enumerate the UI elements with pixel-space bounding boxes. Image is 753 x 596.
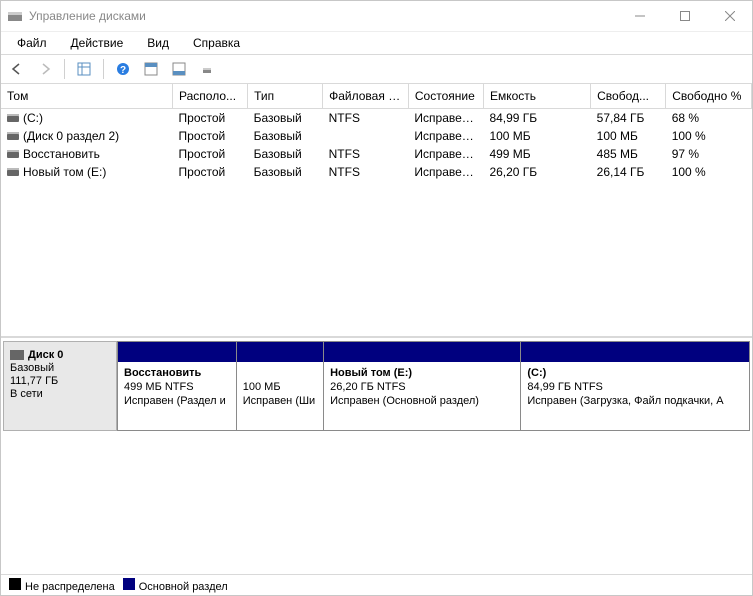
app-icon bbox=[7, 8, 23, 24]
view-top-button[interactable] bbox=[139, 57, 163, 81]
partition[interactable]: Новый том (E:)26,20 ГБ NTFSИсправен (Осн… bbox=[324, 341, 521, 431]
volume-row[interactable]: (C:)ПростойБазовыйNTFSИсправен...84,99 Г… bbox=[1, 109, 752, 128]
disk-size: 111,77 ГБ bbox=[10, 375, 110, 387]
disk-header[interactable]: Диск 0 Базовый 111,77 ГБ В сети bbox=[3, 341, 117, 431]
legend: Не распределена Основной раздел bbox=[1, 574, 752, 595]
partition-stripe bbox=[237, 342, 323, 362]
disk-icon bbox=[10, 350, 24, 360]
volume-list[interactable]: Том Располо... Тип Файловая с... Состоян… bbox=[1, 84, 752, 338]
legend-primary: Основной раздел bbox=[139, 581, 228, 593]
volume-row[interactable]: (Диск 0 раздел 2)ПростойБазовыйИсправен.… bbox=[1, 127, 752, 145]
minimize-button[interactable] bbox=[617, 1, 662, 31]
partition-stripe bbox=[324, 342, 520, 362]
volume-icon bbox=[7, 132, 19, 140]
view-bottom-button[interactable] bbox=[167, 57, 191, 81]
forward-button[interactable] bbox=[33, 57, 57, 81]
maximize-button[interactable] bbox=[662, 1, 707, 31]
menu-help[interactable]: Справка bbox=[181, 34, 252, 52]
disk-row: Диск 0 Базовый 111,77 ГБ В сети Восстано… bbox=[3, 341, 750, 431]
col-layout[interactable]: Располо... bbox=[173, 84, 248, 109]
col-status[interactable]: Состояние bbox=[408, 84, 483, 109]
disk-status: В сети bbox=[10, 388, 110, 400]
partition-status: Исправен (Ши bbox=[243, 394, 317, 408]
col-filesystem[interactable]: Файловая с... bbox=[323, 84, 409, 109]
titlebar: Управление дисками bbox=[1, 1, 752, 32]
menu-action[interactable]: Действие bbox=[59, 34, 136, 52]
volume-row[interactable]: Новый том (E:)ПростойБазовыйNTFSИсправен… bbox=[1, 163, 752, 181]
partition[interactable]: 100 МБИсправен (Ши bbox=[237, 341, 324, 431]
partition-stripe bbox=[118, 342, 236, 362]
legend-swatch-primary bbox=[123, 578, 135, 590]
menu-file[interactable]: Файл bbox=[5, 34, 59, 52]
toolbar-separator bbox=[64, 59, 65, 79]
view-list-button[interactable] bbox=[72, 57, 96, 81]
window-title: Управление дисками bbox=[29, 9, 617, 23]
column-headers: Том Располо... Тип Файловая с... Состоян… bbox=[1, 84, 752, 109]
partition-status: Исправен (Загрузка, Файл подкачки, А bbox=[527, 394, 743, 408]
properties-button[interactable] bbox=[195, 57, 219, 81]
col-capacity[interactable]: Емкость bbox=[483, 84, 590, 109]
col-free[interactable]: Свобод... bbox=[591, 84, 666, 109]
volume-row[interactable]: ВосстановитьПростойБазовыйNTFSИсправен..… bbox=[1, 145, 752, 163]
partition-size: 84,99 ГБ NTFS bbox=[527, 380, 743, 394]
legend-unallocated: Не распределена bbox=[25, 581, 115, 593]
toolbar: ? bbox=[1, 55, 752, 84]
volume-icon bbox=[7, 168, 19, 176]
disk-type: Базовый bbox=[10, 362, 110, 374]
disk-name: Диск 0 bbox=[28, 349, 63, 361]
back-button[interactable] bbox=[5, 57, 29, 81]
svg-text:?: ? bbox=[120, 65, 126, 76]
volume-icon bbox=[7, 114, 19, 122]
partition-stripe bbox=[521, 342, 749, 362]
partition-title: Восстановить bbox=[124, 366, 230, 380]
help-button[interactable]: ? bbox=[111, 57, 135, 81]
partitions: Восстановить499 МБ NTFSИсправен (Раздел … bbox=[117, 341, 750, 431]
close-button[interactable] bbox=[707, 1, 752, 31]
partition-size: 100 МБ bbox=[243, 380, 317, 394]
partition-size: 26,20 ГБ NTFS bbox=[330, 380, 514, 394]
col-type[interactable]: Тип bbox=[248, 84, 323, 109]
partition-size: 499 МБ NTFS bbox=[124, 380, 230, 394]
partition-status: Исправен (Раздел и bbox=[124, 394, 230, 408]
partition[interactable]: Восстановить499 МБ NTFSИсправен (Раздел … bbox=[117, 341, 237, 431]
partition-title: Новый том (E:) bbox=[330, 366, 514, 380]
menubar: Файл Действие Вид Справка bbox=[1, 32, 752, 55]
window-controls bbox=[617, 1, 752, 31]
partition[interactable]: (C:)84,99 ГБ NTFSИсправен (Загрузка, Фай… bbox=[521, 341, 750, 431]
graphical-view[interactable]: Диск 0 Базовый 111,77 ГБ В сети Восстано… bbox=[1, 338, 752, 574]
partition-status: Исправен (Основной раздел) bbox=[330, 394, 514, 408]
disk-management-window: Управление дисками Файл Действие Вид Спр… bbox=[0, 0, 753, 596]
col-volume[interactable]: Том bbox=[1, 84, 173, 109]
legend-swatch-unallocated bbox=[9, 578, 21, 590]
volume-icon bbox=[7, 150, 19, 158]
toolbar-separator bbox=[103, 59, 104, 79]
partition-title: (C:) bbox=[527, 366, 743, 380]
col-free-pct[interactable]: Свободно % bbox=[666, 84, 752, 109]
menu-view[interactable]: Вид bbox=[135, 34, 181, 52]
